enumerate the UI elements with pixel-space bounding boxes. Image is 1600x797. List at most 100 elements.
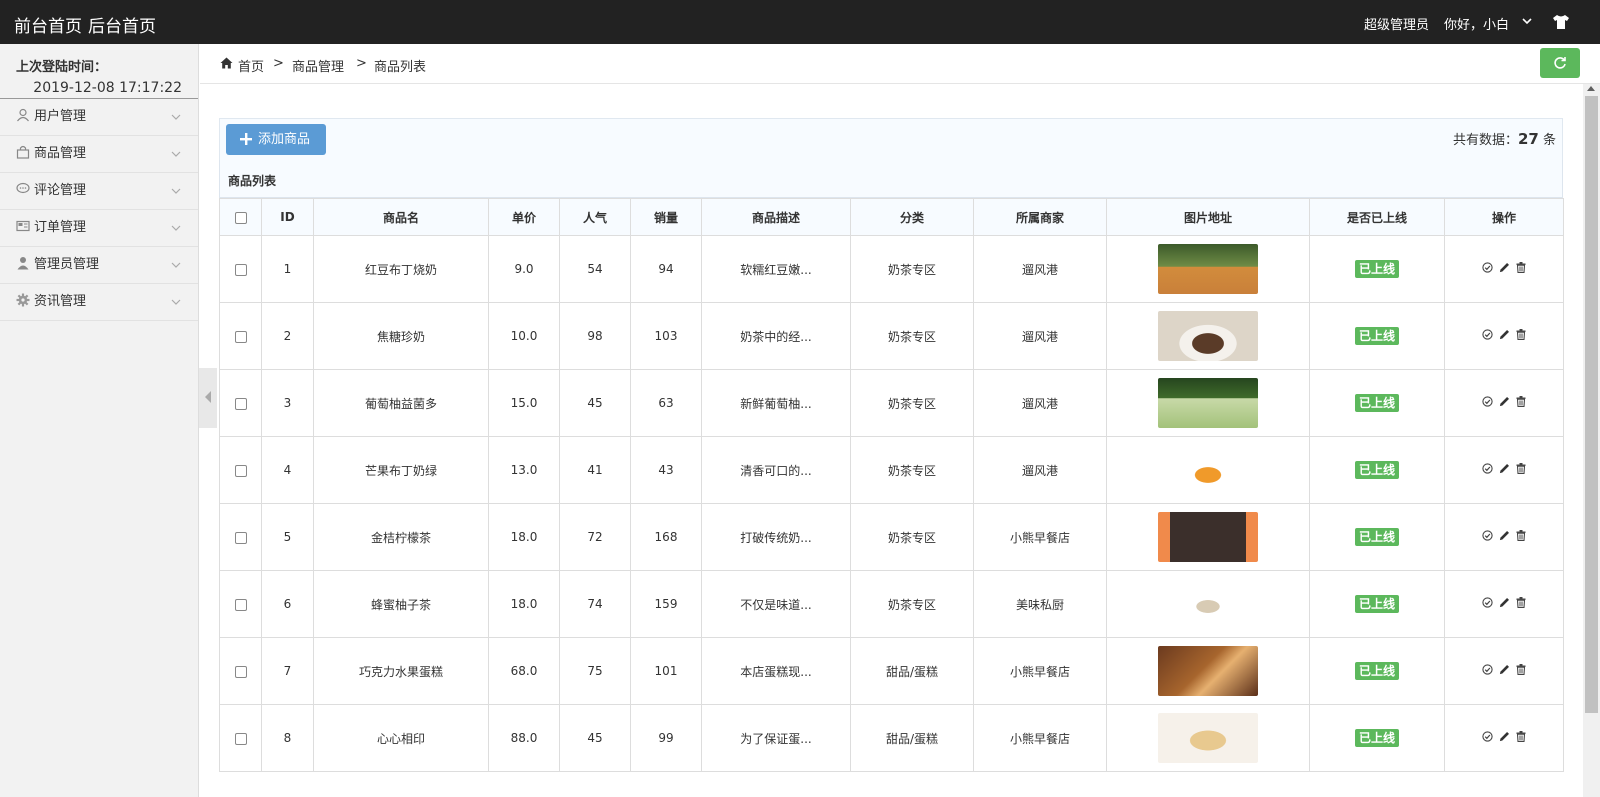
sidebar-item-users[interactable]: 用户管理 [0,99,198,136]
row-checkbox[interactable] [234,263,247,276]
breadcrumb: 首页 > 商品管理 > 商品列表 [200,44,1600,84]
toggle-online-icon[interactable] [1482,530,1493,544]
admin-user-icon [17,257,29,270]
select-all-checkbox[interactable] [234,211,247,224]
table-row: 3 葡萄柚益菌多 15.0 45 63 新鲜葡萄柚... 奶茶专区 遛风港 已上线 [219,369,1564,437]
status-badge: 已上线 [1354,528,1399,546]
edit-pencil-icon[interactable] [1499,262,1510,276]
chevron-down-icon [171,188,181,194]
gear-icon [16,293,30,307]
row-checkbox[interactable] [234,330,247,343]
product-image [1158,512,1258,562]
product-id: 7 [261,637,314,705]
product-image-cell [1106,436,1310,504]
delete-trash-icon[interactable] [1516,262,1526,276]
edit-pencil-icon[interactable] [1499,530,1510,544]
table-toolbar: 添加商品 共有数据：27 条 [219,118,1563,161]
table-row: 2 焦糖珍奶 10.0 98 103 奶茶中的经... 奶茶专区 遛风港 已上线 [219,302,1564,370]
product-name: 葡萄柚益菌多 [313,369,489,437]
row-select-cell [219,570,262,638]
row-checkbox[interactable] [234,397,247,410]
product-merchant: 遛风港 [973,436,1107,504]
row-checkbox[interactable] [234,531,247,544]
toggle-online-icon[interactable] [1482,329,1493,343]
sidebar-item-admins[interactable]: 管理员管理 [0,247,198,284]
breadcrumb-current: 商品列表 [374,60,427,75]
product-description: 本店蛋糕现... [701,637,851,705]
column-header: 图片地址 [1106,198,1310,236]
online-status-cell: 已上线 [1309,302,1445,370]
toggle-online-icon[interactable] [1482,731,1493,745]
toggle-online-icon[interactable] [1482,597,1493,611]
breadcrumb-home[interactable]: 首页 [238,56,264,75]
column-header: 销量 [630,198,702,236]
product-sales: 168 [630,503,702,571]
status-badge: 已上线 [1354,595,1399,613]
product-category: 奶茶专区 [850,369,974,437]
front-home-link[interactable]: 前台首页 [14,12,82,37]
edit-pencil-icon[interactable] [1499,396,1510,410]
product-category: 奶茶专区 [850,503,974,571]
product-popularity: 98 [559,302,631,370]
user-greeting-menu[interactable]: 你好，小白 [1444,14,1509,33]
last-login-box: 上次登陆时间： 2019-12-08 17:17:22 [0,44,198,99]
product-category: 奶茶专区 [850,436,974,504]
sidebar-item-comments[interactable]: 评论管理 [0,173,198,210]
chevron-down-icon[interactable] [1521,15,1533,27]
product-id: 2 [261,302,314,370]
delete-trash-icon[interactable] [1516,731,1526,745]
toggle-online-icon[interactable] [1482,463,1493,477]
delete-trash-icon[interactable] [1516,530,1526,544]
plus-icon [240,133,252,145]
product-image-cell [1106,570,1310,638]
row-checkbox[interactable] [234,464,247,477]
sidebar-item-label: 评论管理 [34,183,87,198]
column-header: 是否已上线 [1309,198,1445,236]
toggle-online-icon[interactable] [1482,396,1493,410]
table-row: 6 蜂蜜柚子茶 18.0 74 159 不仅是味道... 奶茶专区 美味私厨 已上线 [219,570,1564,638]
delete-trash-icon[interactable] [1516,664,1526,678]
product-description: 新鲜葡萄柚... [701,369,851,437]
column-header: 单价 [488,198,560,236]
edit-pencil-icon[interactable] [1499,664,1510,678]
add-product-button[interactable]: 添加商品 [226,124,326,155]
sidebar-item-label: 资讯管理 [34,294,87,309]
delete-trash-icon[interactable] [1516,329,1526,343]
edit-pencil-icon[interactable] [1499,329,1510,343]
delete-trash-icon[interactable] [1516,463,1526,477]
product-sales: 43 [630,436,702,504]
edit-pencil-icon[interactable] [1499,731,1510,745]
row-select-cell [219,235,262,303]
row-checkbox[interactable] [234,665,247,678]
toggle-online-icon[interactable] [1482,664,1493,678]
refresh-button[interactable] [1540,48,1580,78]
toggle-online-icon[interactable] [1482,262,1493,276]
edit-pencil-icon[interactable] [1499,463,1510,477]
sidebar-item-products[interactable]: 商品管理 [0,136,198,173]
delete-trash-icon[interactable] [1516,396,1526,410]
scrollbar-thumb[interactable] [1585,96,1598,713]
chevron-down-icon [171,114,181,120]
delete-trash-icon[interactable] [1516,597,1526,611]
breadcrumb-products[interactable]: 商品管理 [292,56,344,75]
sidebar-collapse-toggle[interactable] [199,368,217,428]
product-image-cell [1106,704,1310,772]
product-merchant: 美味私厨 [973,570,1107,638]
table-row: 4 芒果布丁奶绿 13.0 41 43 清香可口的... 奶茶专区 遛风港 已上线 [219,436,1564,504]
product-price: 9.0 [488,235,560,303]
status-badge: 已上线 [1354,662,1399,680]
scroll-up-arrow[interactable] [1587,86,1595,91]
tshirt-icon[interactable] [1552,14,1570,30]
edit-pencil-icon[interactable] [1499,597,1510,611]
row-checkbox[interactable] [234,732,247,745]
row-checkbox[interactable] [234,598,247,611]
sidebar-item-orders[interactable]: 订单管理 [0,210,198,247]
status-badge: 已上线 [1354,327,1399,345]
back-home-link[interactable]: 后台首页 [88,12,156,37]
product-popularity: 45 [559,704,631,772]
table-row: 1 红豆布丁烧奶 9.0 54 94 软糯红豆嫩... 奶茶专区 遛风港 已上线 [219,235,1564,303]
table-row: 5 金桔柠檬茶 18.0 72 168 打破传统奶... 奶茶专区 小熊早餐店 已上线 [219,503,1564,571]
chevron-down-icon [171,225,181,231]
sidebar-item-news[interactable]: 资讯管理 [0,284,198,321]
product-sales: 63 [630,369,702,437]
